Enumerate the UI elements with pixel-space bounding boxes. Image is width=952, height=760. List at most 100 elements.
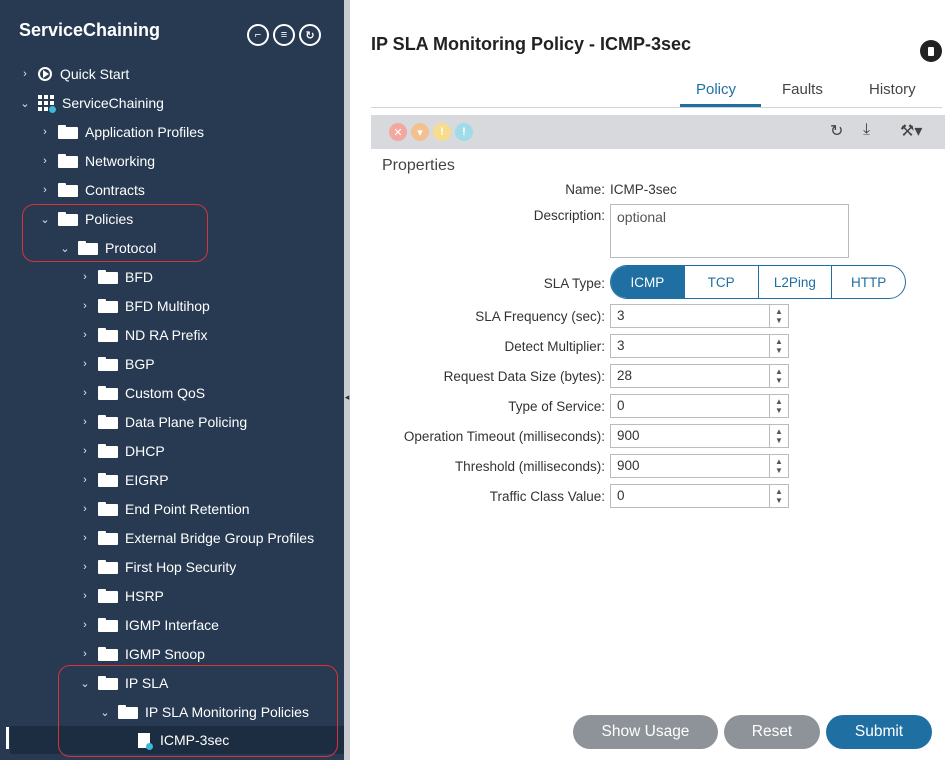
folder-icon [98, 328, 118, 342]
chevron-right-icon[interactable]: › [78, 387, 92, 399]
refresh-icon[interactable]: ↻ [830, 121, 843, 141]
chevron-right-icon[interactable]: › [38, 184, 52, 196]
tree-item-eigrp[interactable]: › EIGRP [78, 466, 169, 494]
sla-frequency-label: SLA Frequency (sec): [475, 309, 605, 324]
tree-item-external-bridge-group-profiles[interactable]: › External Bridge Group Profiles [78, 524, 314, 552]
critical-fault-icon[interactable]: ✕ [389, 123, 407, 141]
bookmark-icon[interactable] [920, 40, 942, 62]
chevron-right-icon[interactable]: › [18, 68, 32, 80]
tree-item-hsrp[interactable]: › HSRP [78, 582, 164, 610]
folder-icon [98, 647, 118, 661]
threshold-stepper[interactable]: ▲ ▼ [769, 454, 789, 478]
chevron-right-icon[interactable]: › [78, 648, 92, 660]
minor-fault-icon[interactable]: ! [433, 123, 451, 141]
sla-type-label: SLA Type: [543, 276, 605, 291]
operation-timeout-input[interactable]: 900 [610, 424, 788, 448]
chevron-right-icon[interactable]: › [78, 445, 92, 457]
tree-item-igmp-interface[interactable]: › IGMP Interface [78, 611, 219, 639]
chevron-right-icon[interactable]: › [78, 329, 92, 341]
type-of-service-label: Type of Service: [508, 399, 605, 414]
tree-item-label: Contracts [85, 182, 145, 198]
tree-item-contracts[interactable]: › Contracts [38, 176, 145, 204]
refresh-icon[interactable]: ↻ [299, 24, 321, 46]
tree-item-data-plane-policing[interactable]: › Data Plane Policing [78, 408, 247, 436]
tree-item-quick-start[interactable]: › Quick Start [18, 60, 129, 88]
detect-multiplier-input[interactable]: 3 [610, 334, 788, 358]
chevron-right-icon[interactable]: › [78, 619, 92, 631]
sidebar-title: ServiceChaining [19, 20, 161, 40]
tree-item-custom-qos[interactable]: › Custom QoS [78, 379, 205, 407]
tree-item-dhcp[interactable]: › DHCP [78, 437, 165, 465]
detect-multiplier-stepper[interactable]: ▲ ▼ [769, 334, 789, 358]
chevron-right-icon[interactable]: › [78, 561, 92, 573]
show-usage-button[interactable]: Show Usage [573, 715, 718, 749]
type-of-service-stepper[interactable]: ▲ ▼ [769, 394, 789, 418]
submit-button[interactable]: Submit [826, 715, 932, 749]
tab-history[interactable]: History [869, 81, 916, 98]
chevron-right-icon[interactable]: › [78, 358, 92, 370]
policy-panel: IP SLA Monitoring Policy - ICMP-3sec Pol… [350, 0, 952, 760]
tree-item-label: ServiceChaining [62, 95, 164, 111]
chevron-right-icon[interactable]: › [78, 590, 92, 602]
tree-item-label: EIGRP [125, 472, 169, 488]
warning-fault-icon[interactable]: ! [455, 123, 473, 141]
detect-multiplier-label: Detect Multiplier: [504, 339, 605, 354]
operation-timeout-stepper[interactable]: ▲ ▼ [769, 424, 789, 448]
traffic-class-stepper[interactable]: ▲ ▼ [769, 484, 789, 508]
folder-icon [98, 560, 118, 574]
toolbar: ✕ ▾ ! ! ↻ ⤓ ⚒▾ [371, 115, 945, 149]
tree-item-bfd[interactable]: › BFD [78, 263, 153, 291]
tab-faults[interactable]: Faults [782, 81, 823, 98]
chevron-right-icon[interactable]: › [78, 300, 92, 312]
download-icon[interactable]: ⤓ [863, 121, 870, 139]
chevron-right-icon[interactable]: › [78, 474, 92, 486]
tree-item-end-point-retention[interactable]: › End Point Retention [78, 495, 249, 523]
tree-item-label: Quick Start [60, 66, 130, 82]
tree-item-bfd-multihop[interactable]: › BFD Multihop [78, 292, 210, 320]
sla-frequency-input[interactable]: 3 [610, 304, 788, 328]
properties-heading: Properties [382, 157, 455, 174]
major-fault-icon[interactable]: ▾ [411, 123, 429, 141]
sla-type-icmp[interactable]: ICMP [611, 266, 685, 298]
reset-button[interactable]: Reset [724, 715, 820, 749]
folder-icon [98, 502, 118, 516]
tree-item-label: Custom QoS [125, 385, 206, 401]
user-icon[interactable]: ⌐ [247, 24, 269, 46]
tree-item-igmp-snoop[interactable]: › IGMP Snoop [78, 640, 205, 668]
description-field[interactable]: optional [610, 204, 849, 258]
description-label: Description: [533, 208, 605, 223]
list-icon[interactable]: ≡ [273, 24, 295, 46]
traffic-class-input[interactable]: 0 [610, 484, 788, 508]
request-data-size-label: Request Data Size (bytes): [443, 369, 605, 384]
tree-item-first-hop-security[interactable]: › First Hop Security [78, 553, 236, 581]
type-of-service-input[interactable]: 0 [610, 394, 788, 418]
sla-type-http[interactable]: HTTP [832, 266, 905, 298]
tree-item-application-profiles[interactable]: › Application Profiles [38, 118, 204, 146]
folder-icon [98, 415, 118, 429]
tree-item-label: BGP [125, 356, 155, 372]
sla-frequency-stepper[interactable]: ▲ ▼ [769, 304, 789, 328]
tree-item-label: DHCP [125, 443, 165, 459]
chevron-right-icon[interactable]: › [38, 126, 52, 138]
tree-item-bgp[interactable]: › BGP [78, 350, 155, 378]
folder-icon [98, 386, 118, 400]
sla-type-l2ping[interactable]: L2Ping [759, 266, 833, 298]
tab-divider [371, 107, 942, 108]
chevron-right-icon[interactable]: › [78, 532, 92, 544]
tree-item-nd-ra-prefix[interactable]: › ND RA Prefix [78, 321, 207, 349]
chevron-right-icon[interactable]: › [78, 503, 92, 515]
chevron-right-icon[interactable]: › [78, 416, 92, 428]
request-data-size-input[interactable]: 28 [610, 364, 788, 388]
tab-policy[interactable]: Policy [696, 81, 736, 98]
sla-type-tcp[interactable]: TCP [685, 266, 759, 298]
tree-item-servicechaining[interactable]: ⌄ ServiceChaining [18, 89, 164, 117]
tree-item-networking[interactable]: › Networking [38, 147, 155, 175]
chevron-down-icon[interactable]: ⌄ [18, 97, 32, 110]
tree-item-label: First Hop Security [125, 559, 237, 575]
chevron-right-icon[interactable]: › [78, 271, 92, 283]
tools-icon[interactable]: ⚒▾ [900, 121, 922, 141]
chevron-right-icon[interactable]: › [38, 155, 52, 167]
request-data-size-stepper[interactable]: ▲ ▼ [769, 364, 789, 388]
name-label: Name: [565, 182, 605, 197]
threshold-input[interactable]: 900 [610, 454, 788, 478]
